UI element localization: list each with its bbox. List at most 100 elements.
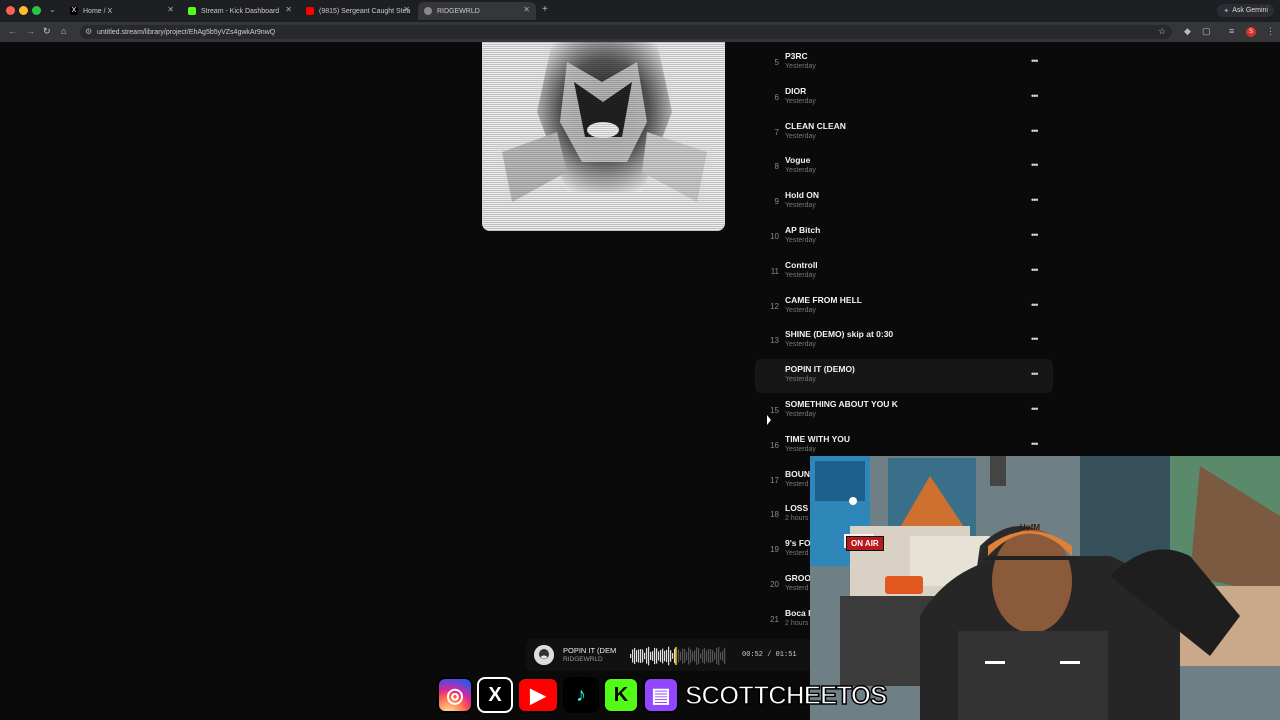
waveform-bar xyxy=(698,648,700,665)
address-bar[interactable]: ⚙ untitled.stream/library/project/EhAg5b… xyxy=(80,25,1172,39)
player-thumbnail[interactable] xyxy=(534,645,554,665)
extension-icon[interactable]: ◆ xyxy=(1184,26,1191,37)
tab-title: Stream - Kick Dashboard xyxy=(201,7,280,15)
waveform-bar xyxy=(704,648,706,664)
more-options-icon[interactable]: ••• xyxy=(1031,126,1039,136)
tab-kick-dashboard[interactable]: Stream - Kick Dashboard ✕ xyxy=(182,2,298,20)
back-arrow-icon[interactable]: ← xyxy=(8,26,17,36)
track-date: Yesterday xyxy=(785,341,816,349)
cap-logo: UofM xyxy=(1020,523,1040,532)
close-tab-icon[interactable]: ✕ xyxy=(523,5,530,14)
waveform-bar xyxy=(688,647,690,665)
twitch-icon: ▤ xyxy=(643,677,679,713)
profile-avatar[interactable]: S xyxy=(1246,27,1256,37)
more-options-icon[interactable]: ••• xyxy=(1031,439,1039,449)
track-title: SHINE (DEMO) skip at 0:30 xyxy=(785,329,894,340)
waveform-bar xyxy=(668,646,670,666)
track-row[interactable]: POPIN IT (DEMO) Yesterday ••• xyxy=(755,359,1053,394)
waveform-bar xyxy=(648,646,650,666)
playhead xyxy=(675,647,677,665)
more-options-icon[interactable]: ••• xyxy=(1031,369,1039,379)
home-icon[interactable]: ⌂ xyxy=(61,26,66,36)
waveform-bar xyxy=(640,649,642,663)
maximize-window-icon[interactable] xyxy=(32,6,41,15)
reload-icon[interactable]: ↻ xyxy=(43,26,51,37)
tab-groups-icon[interactable]: ≡ xyxy=(1229,26,1234,36)
waveform-bar xyxy=(706,650,708,662)
track-row[interactable]: 6 DIOR Yesterday ••• xyxy=(755,81,1053,115)
minimize-window-icon[interactable] xyxy=(19,6,28,15)
track-date: Yesterday xyxy=(785,97,816,105)
tab-youtube[interactable]: (9815) Sergeant Caught Stea ✕ xyxy=(300,2,416,20)
more-options-icon[interactable]: ••• xyxy=(1031,300,1039,310)
track-row[interactable]: 10 AP Bitch Yesterday ••• xyxy=(755,220,1053,254)
waveform-bar xyxy=(642,649,644,663)
track-number: 13 xyxy=(770,336,779,346)
extensions-puzzle-icon[interactable]: ▢ xyxy=(1202,26,1211,37)
track-title: AP Bitch xyxy=(785,225,821,235)
waveform-bar xyxy=(636,650,638,662)
waveform-bar xyxy=(662,648,664,664)
track-number: 17 xyxy=(770,475,779,485)
waveform-bar xyxy=(670,650,672,662)
waveform-bar xyxy=(708,649,710,663)
ask-gemini-button[interactable]: ✦ Ask Gemini xyxy=(1217,4,1274,17)
tiktok-icon: ♪ xyxy=(563,677,599,713)
more-options-icon[interactable]: ••• xyxy=(1031,56,1039,66)
browser-menu-icon[interactable]: ⋮ xyxy=(1266,26,1275,37)
waveform-bar xyxy=(646,648,648,664)
tab-search-chevron-icon[interactable]: ⌄ xyxy=(49,5,56,14)
track-number: 18 xyxy=(770,510,779,520)
more-options-icon[interactable]: ••• xyxy=(1031,91,1039,101)
waveform-bar xyxy=(658,651,660,661)
waveform-bar xyxy=(664,650,666,662)
tab-home-x[interactable]: X Home / X ✕ xyxy=(64,2,180,20)
close-tab-icon[interactable]: ✕ xyxy=(167,5,174,14)
more-options-icon[interactable]: ••• xyxy=(1031,265,1039,275)
waveform-bar xyxy=(674,648,676,664)
track-title: CLEAN CLEAN xyxy=(785,120,846,131)
track-row[interactable]: 9 Hold ON Yesterday ••• xyxy=(755,185,1053,219)
tab-ridgewrld[interactable]: RIDGEWRLD ✕ xyxy=(418,2,536,20)
bookmark-star-icon[interactable]: ☆ xyxy=(1158,26,1166,37)
track-date: Yesterday xyxy=(785,306,816,314)
track-date: Yesterday xyxy=(785,376,816,384)
track-row[interactable]: 13 SHINE (DEMO) skip at 0:30 Yesterday ••• xyxy=(755,324,1053,358)
track-title: TIME WITH YOU xyxy=(785,433,851,444)
waveform-bar xyxy=(722,650,724,662)
more-options-icon[interactable]: ••• xyxy=(1031,404,1039,414)
track-date: 2 hours xyxy=(785,515,809,523)
kick-logo-icon xyxy=(188,7,196,15)
waveform-bar xyxy=(652,651,654,661)
waveform-bar xyxy=(638,649,640,663)
track-title: Controll xyxy=(785,259,818,270)
new-tab-plus-icon[interactable]: + xyxy=(542,4,548,15)
more-options-icon[interactable]: ••• xyxy=(1031,230,1039,240)
track-row[interactable]: 11 Controll Yesterday ••• xyxy=(755,255,1053,289)
more-options-icon[interactable]: ••• xyxy=(1031,160,1039,170)
waveform-bar xyxy=(666,649,668,663)
track-number: 5 xyxy=(774,58,779,67)
site-info-icon[interactable]: ⚙ xyxy=(85,27,92,36)
waveform-bar xyxy=(672,653,674,659)
streamer-handle: SCOTTCHEETOS xyxy=(684,679,888,711)
waveform-bar xyxy=(696,647,698,665)
track-row[interactable]: 15 SOMETHING ABOUT YOU K Yesterday ••• xyxy=(755,394,1053,428)
track-row[interactable]: 12 CAME FROM HELL Yesterday ••• xyxy=(755,290,1053,324)
forward-arrow-icon[interactable]: → xyxy=(26,26,35,36)
track-row[interactable]: 5 P3RC Yesterday ••• xyxy=(755,46,1053,80)
track-row[interactable]: 8 Vogue Yesterday ••• xyxy=(755,150,1053,184)
track-row[interactable]: 7 CLEAN CLEAN Yesterday ••• xyxy=(755,116,1053,150)
waveform-bar xyxy=(720,652,722,660)
track-title: CAME FROM HELL xyxy=(785,294,862,305)
close-tab-icon[interactable]: ✕ xyxy=(285,5,292,14)
waveform-bar xyxy=(680,651,682,661)
track-title: P3RC xyxy=(785,51,808,61)
close-window-icon[interactable] xyxy=(6,6,15,15)
more-options-icon[interactable]: ••• xyxy=(1031,334,1039,344)
more-options-icon[interactable]: ••• xyxy=(1031,195,1039,205)
player-waveform-scrubber[interactable] xyxy=(630,646,726,666)
waveform-bar xyxy=(678,649,680,663)
on-air-sign: ON AIR xyxy=(846,536,884,551)
close-tab-icon[interactable]: ✕ xyxy=(403,5,410,14)
